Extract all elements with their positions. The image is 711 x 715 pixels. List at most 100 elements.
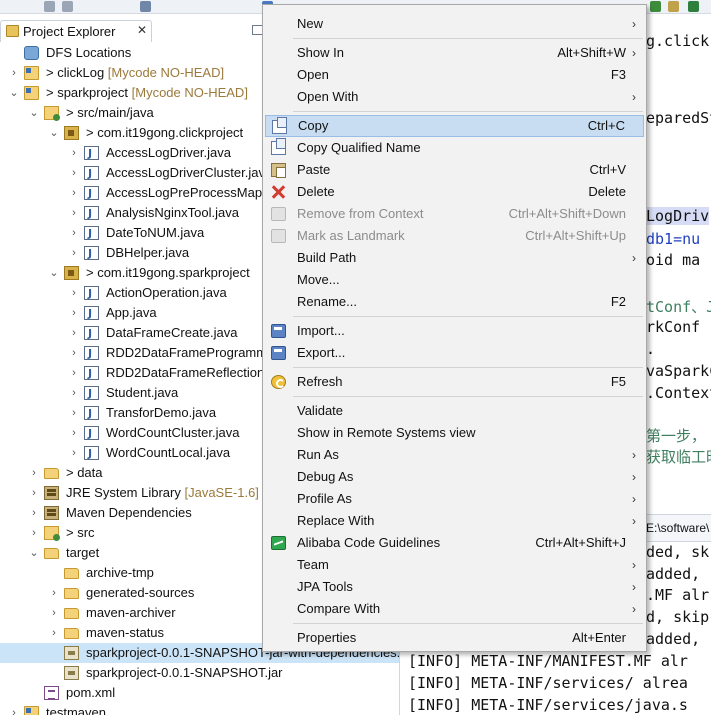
code-line: .Context <box>646 384 711 402</box>
menu-item-replace-with[interactable]: Replace With › <box>265 510 644 532</box>
java-file-icon <box>84 304 99 324</box>
menu-item-jpa-tools[interactable]: JPA Tools › <box>265 576 644 598</box>
menu-item-move[interactable]: Move... <box>265 269 644 291</box>
menu-item-profile-as[interactable]: Profile As › <box>265 488 644 510</box>
expand-toggle-icon[interactable]: › <box>28 483 40 503</box>
tree-item-name: > src <box>66 525 95 540</box>
expand-toggle-icon[interactable]: › <box>68 443 80 463</box>
tree-item-label: archive-tmp <box>86 563 154 583</box>
menu-item-shortcut: F2 <box>610 294 626 309</box>
tree-item-label: AnalysisNginxTool.java <box>106 203 239 223</box>
menu-item-copy[interactable]: Copy Ctrl+C <box>265 115 644 137</box>
expand-toggle-icon[interactable]: › <box>48 623 60 643</box>
tree-item-name: pom.xml <box>66 685 116 700</box>
console-line: added, <box>646 630 701 648</box>
toolbar-icon[interactable] <box>668 1 679 12</box>
expand-toggle-icon[interactable]: › <box>68 423 80 443</box>
menu-item-label: Export... <box>297 345 346 360</box>
menu-item-alibaba-code-guidelines[interactable]: Alibaba Code Guidelines Ctrl+Alt+Shift+J <box>265 532 644 554</box>
expand-toggle-icon[interactable]: ⌄ <box>48 123 60 143</box>
menu-item-rename[interactable]: Rename... F2 <box>265 291 644 313</box>
expand-toggle-icon[interactable]: › <box>68 223 80 243</box>
menu-item-compare-with[interactable]: Compare With › <box>265 598 644 620</box>
toolbar-icon[interactable] <box>650 1 661 12</box>
expand-toggle-icon[interactable]: › <box>68 283 80 303</box>
tree-item-decoration: [JavaSE-1.6] <box>180 485 259 500</box>
expand-toggle-icon[interactable]: › <box>68 363 80 383</box>
menu-item-delete[interactable]: Delete Delete <box>265 181 644 203</box>
folder-icon <box>64 568 79 579</box>
menu-item-import[interactable]: Import... <box>265 320 644 342</box>
menu-item-label: Build Path <box>297 250 357 265</box>
menu-item-refresh[interactable]: Refresh F5 <box>265 371 644 393</box>
tree-item-label: ActionOperation.java <box>106 283 227 303</box>
expand-toggle-icon[interactable]: › <box>68 143 80 163</box>
expand-toggle-icon[interactable]: › <box>68 323 80 343</box>
java-file-icon <box>84 284 99 304</box>
expand-toggle-icon[interactable]: › <box>28 523 40 543</box>
tree-item-label: TransforDemo.java <box>106 403 216 423</box>
tree-item[interactable]: › testmaven <box>0 703 399 715</box>
jar-file-icon <box>64 646 79 660</box>
chevron-right-icon: › <box>632 90 636 104</box>
expand-toggle-icon[interactable]: › <box>68 243 80 263</box>
menu-item-mark-as-landmark: Mark as Landmark Ctrl+Alt+Shift+Up <box>265 225 644 247</box>
menu-separator <box>293 38 643 39</box>
close-icon[interactable]: ✕ <box>137 23 147 37</box>
tree-item-name: generated-sources <box>86 585 195 600</box>
java-file-icon <box>84 164 99 184</box>
source-folder-icon <box>44 106 60 121</box>
expand-toggle-icon[interactable]: › <box>68 343 80 363</box>
tree-item[interactable]: sparkproject-0.0.1-SNAPSHOT.jar <box>0 663 399 683</box>
tree-item-decoration: [Mycode NO-HEAD] <box>104 65 225 80</box>
java-file-icon <box>84 244 99 264</box>
menu-item-team[interactable]: Team › <box>265 554 644 576</box>
tree-item-name: App.java <box>106 305 157 320</box>
menu-item-show-in[interactable]: Show In Alt+Shift+W › <box>265 42 644 64</box>
tree-item-name: testmaven <box>46 705 106 715</box>
expand-toggle-icon[interactable]: › <box>68 383 80 403</box>
import-icon <box>271 324 286 338</box>
expand-toggle-icon[interactable]: › <box>68 163 80 183</box>
menu-item-label: Open With <box>297 89 359 104</box>
chevron-right-icon: › <box>632 558 636 572</box>
save-icon[interactable] <box>44 1 55 12</box>
expand-toggle-icon[interactable]: › <box>28 463 40 483</box>
menu-item-build-path[interactable]: Build Path › <box>265 247 644 269</box>
remove-context-icon <box>271 207 286 221</box>
menu-item-debug-as[interactable]: Debug As › <box>265 466 644 488</box>
menu-item-validate[interactable]: Validate <box>265 400 644 422</box>
menu-item-copy-qualified-name[interactable]: Copy Qualified Name <box>265 137 644 159</box>
expand-toggle-icon[interactable]: ⌄ <box>28 543 40 563</box>
print-icon[interactable] <box>140 1 151 12</box>
expand-toggle-icon[interactable]: › <box>68 303 80 323</box>
tree-item-name: WordCountCluster.java <box>106 425 240 440</box>
menu-item-show-in-remote-systems-view[interactable]: Show in Remote Systems view <box>265 422 644 444</box>
menu-item-open-with[interactable]: Open With › <box>265 86 644 108</box>
expand-toggle-icon[interactable]: ⌄ <box>8 83 20 103</box>
expand-toggle-icon[interactable]: › <box>28 503 40 523</box>
menu-item-new[interactable]: New › <box>265 13 644 35</box>
tree-item-name: AccessLogDriver.java <box>106 145 231 160</box>
expand-toggle-icon[interactable]: › <box>48 603 60 623</box>
expand-toggle-icon[interactable]: › <box>68 403 80 423</box>
menu-item-run-as[interactable]: Run As › <box>265 444 644 466</box>
expand-toggle-icon[interactable]: ⌄ <box>28 103 40 123</box>
expand-toggle-icon[interactable]: › <box>68 203 80 223</box>
code-line: eparedSt <box>646 109 711 127</box>
tree-item[interactable]: pom.xml <box>0 683 399 703</box>
save-all-icon[interactable] <box>62 1 73 12</box>
menu-item-open[interactable]: Open F3 <box>265 64 644 86</box>
expand-toggle-icon[interactable]: › <box>48 583 60 603</box>
menu-item-paste[interactable]: Paste Ctrl+V <box>265 159 644 181</box>
menu-item-export[interactable]: Export... <box>265 342 644 364</box>
expand-toggle-icon[interactable]: › <box>68 183 80 203</box>
expand-toggle-icon[interactable]: ⌄ <box>48 263 60 283</box>
tab-project-explorer[interactable]: Project Explorer ✕ <box>0 20 152 42</box>
menu-item-properties[interactable]: Properties Alt+Enter <box>265 627 644 649</box>
toolbar-icon[interactable] <box>688 1 699 12</box>
context-menu: New › Show In Alt+Shift+W › Open F3 Open With › C… <box>262 4 647 652</box>
expand-toggle-icon[interactable]: › <box>8 703 20 715</box>
expand-toggle-icon[interactable]: › <box>8 63 20 83</box>
tree-item-label: WordCountLocal.java <box>106 443 230 463</box>
